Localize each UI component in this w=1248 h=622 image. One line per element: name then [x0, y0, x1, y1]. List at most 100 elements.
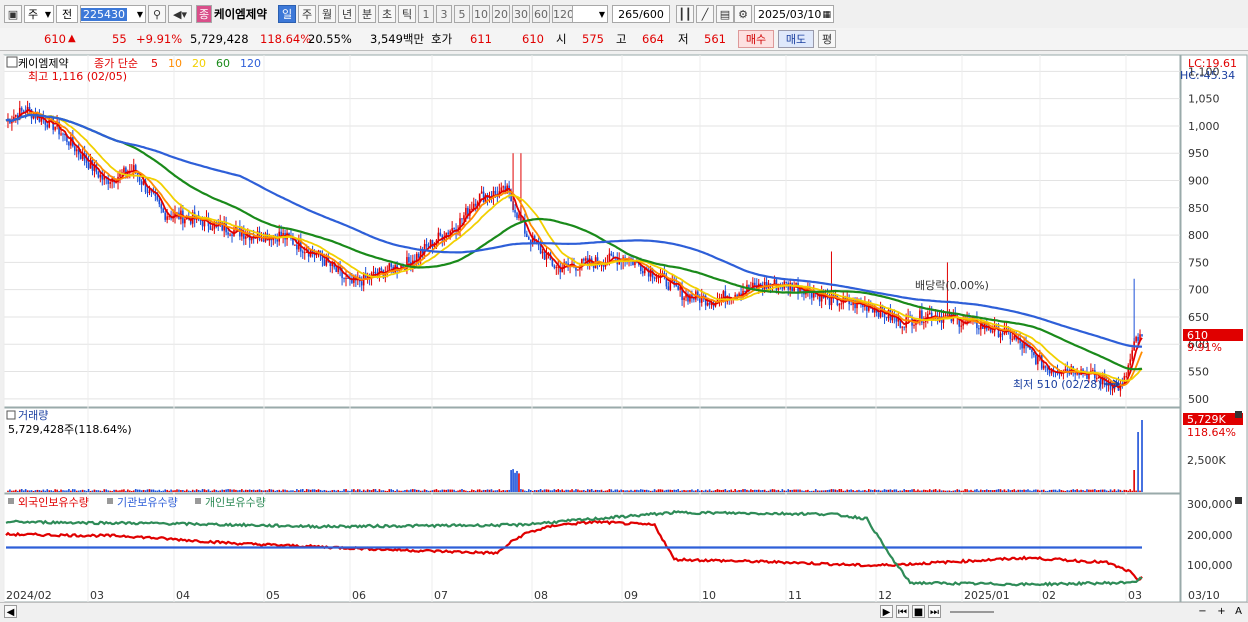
volume-bar	[362, 489, 365, 492]
x-axis-label: 07	[434, 589, 448, 602]
period-button-3[interactable]: 년	[338, 5, 356, 23]
volume-bar	[339, 490, 341, 492]
chart-scrollbar[interactable]: ◀ ▶ ⏮ ■ ⏭ − + A	[0, 602, 1248, 622]
candle-body	[15, 114, 17, 117]
period-button-5[interactable]: 초	[378, 5, 396, 23]
zoom-in-icon[interactable]: +	[1215, 605, 1228, 618]
zoom-slider[interactable]	[950, 611, 994, 613]
volume-bar	[429, 490, 432, 492]
volume-bar	[111, 490, 113, 492]
window-menu-icon[interactable]: ▣	[4, 5, 22, 23]
volume-bar	[44, 490, 47, 492]
price-y-tick: 650	[1188, 311, 1209, 324]
volume-bar	[453, 489, 455, 492]
interval-button-1[interactable]: 3	[436, 5, 452, 23]
search-icon[interactable]: ⚲	[148, 5, 166, 23]
candle-body	[244, 236, 247, 239]
interval-button-4[interactable]: 20	[492, 5, 510, 23]
volume-bar	[759, 490, 762, 492]
font-size-icon[interactable]: A	[1232, 605, 1245, 618]
candle-body	[262, 239, 265, 242]
scroll-last-icon[interactable]: ⏭	[928, 605, 941, 618]
volume-bar	[769, 489, 772, 492]
stock-badge: 종	[196, 5, 212, 23]
panel-close-icon[interactable]	[1235, 411, 1242, 418]
volume-bar	[317, 489, 320, 492]
candle-body	[1074, 373, 1076, 375]
volume-bar	[533, 490, 536, 492]
candle-body	[923, 322, 925, 324]
zoom-out-icon[interactable]: −	[1196, 605, 1209, 618]
volume-bar	[382, 490, 385, 492]
volume-bar	[1021, 489, 1023, 492]
volume-bar	[928, 489, 931, 492]
stop-icon[interactable]: ■	[912, 605, 925, 618]
volume-bar	[510, 470, 512, 492]
candle-body	[99, 174, 102, 178]
prev-button[interactable]: 전	[56, 5, 78, 23]
volume-bar	[437, 490, 440, 492]
volume-bar	[52, 490, 54, 492]
gear-icon[interactable]: ⚙	[734, 5, 752, 23]
volume-bar	[952, 490, 955, 492]
interval-button-6[interactable]: 60	[532, 5, 550, 23]
candle-body	[885, 316, 888, 319]
panel-close-icon[interactable]	[1235, 497, 1242, 504]
date-input[interactable]: 2025/03/10 ▦	[754, 5, 834, 23]
volume-bar	[398, 490, 400, 492]
count-input[interactable]: 265/600	[612, 5, 670, 23]
stock-name: 케이엠제약	[214, 7, 267, 21]
speaker-icon[interactable]: ◀▾	[168, 5, 192, 23]
volume-bar	[478, 489, 481, 492]
volume-bar	[476, 489, 479, 492]
volume-bar	[486, 489, 489, 492]
turnover: 20.55%	[308, 32, 352, 46]
scroll-left-icon[interactable]: ◀	[4, 605, 17, 618]
volume-bar	[296, 489, 298, 492]
volume-bar	[850, 489, 852, 492]
scroll-right-icon[interactable]: ▶	[880, 605, 893, 618]
line-tool-icon[interactable]: ╱	[696, 5, 714, 23]
period-button-0[interactable]: 일	[278, 5, 296, 23]
interval-button-5[interactable]: 30	[512, 5, 530, 23]
interval-select[interactable]: ▼	[572, 5, 608, 23]
interval-button-7[interactable]: 120	[552, 5, 574, 23]
eval-button[interactable]: 평	[818, 30, 836, 48]
volume-bar	[321, 490, 324, 492]
legend-marker	[195, 498, 201, 504]
interval-button-3[interactable]: 10	[472, 5, 490, 23]
stock-chart[interactable]: 케이엠제약 종가 단순 5 10 20 60 120 최고 1,116 (02/05) …	[0, 51, 1248, 611]
market-type-select[interactable]: 주 ▼	[24, 5, 54, 23]
volume-bar	[305, 489, 308, 492]
candle-body	[439, 232, 442, 236]
volume-bar	[602, 490, 605, 492]
scroll-first-icon[interactable]: ⏮	[896, 605, 909, 618]
volume-bar	[563, 490, 565, 492]
volume-bar	[761, 490, 764, 492]
save-icon[interactable]: ▤	[716, 5, 734, 23]
period-button-6[interactable]: 틱	[398, 5, 416, 23]
volume-bar	[246, 489, 249, 492]
candle-body	[480, 191, 483, 194]
volume-bar	[630, 489, 632, 492]
interval-button-0[interactable]: 1	[418, 5, 434, 23]
buy-button[interactable]: 매수	[738, 30, 774, 48]
volume-bar	[178, 489, 180, 492]
volume-bar	[1078, 490, 1080, 492]
stock-code-input[interactable]: 225430 ▼	[80, 5, 146, 23]
low-price: 561	[704, 32, 726, 46]
interval-button-2[interactable]: 5	[454, 5, 470, 23]
hoga-label: 호가	[431, 32, 453, 46]
volume-bar	[1115, 490, 1118, 492]
volume-bar	[1037, 489, 1039, 492]
sell-button[interactable]: 매도	[778, 30, 814, 48]
volume-bar	[577, 489, 579, 492]
volume-bar	[657, 489, 660, 492]
candle-icon[interactable]: ┃┃	[676, 5, 694, 23]
period-button-1[interactable]: 주	[298, 5, 316, 23]
volume-bar	[1013, 489, 1016, 492]
period-button-2[interactable]: 월	[318, 5, 336, 23]
period-button-4[interactable]: 분	[358, 5, 376, 23]
volume-bar	[1082, 490, 1084, 492]
volume-bar	[956, 489, 959, 492]
